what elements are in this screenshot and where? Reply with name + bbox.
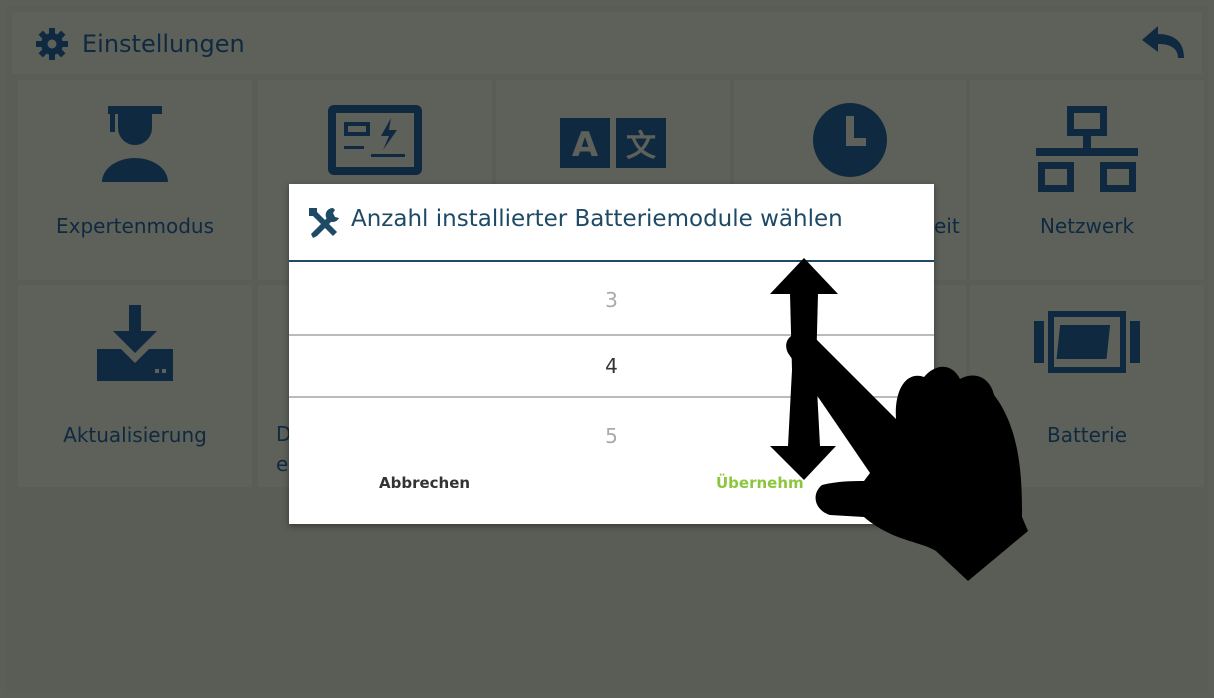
language-icon: A 文 bbox=[560, 118, 666, 168]
tile-label-fragment: e bbox=[276, 452, 289, 476]
gear-icon bbox=[36, 28, 68, 60]
download-icon bbox=[97, 305, 173, 381]
tile-aktualisierung[interactable]: Aktualisierung bbox=[18, 285, 252, 487]
tile-expertenmodus[interactable]: Expertenmodus bbox=[18, 80, 252, 280]
hand-gesture-icon bbox=[786, 332, 1028, 581]
svg-text:A: A bbox=[572, 125, 599, 165]
cancel-button[interactable]: Abbrechen bbox=[379, 474, 470, 492]
clock-icon bbox=[813, 103, 887, 177]
svg-text:文: 文 bbox=[626, 129, 656, 164]
back-arrow-icon[interactable] bbox=[1140, 24, 1186, 64]
tile-label-fragment: eit bbox=[934, 214, 960, 238]
tools-icon bbox=[309, 207, 339, 238]
tile-label: Aktualisierung bbox=[63, 423, 207, 447]
tile-netzwerk[interactable]: Netzwerk bbox=[970, 80, 1204, 280]
battery-meter-icon bbox=[328, 105, 422, 175]
battery-icon bbox=[1034, 311, 1140, 373]
dialog-title: Anzahl installierter Batteriemodule wähl… bbox=[351, 206, 843, 232]
graduate-icon bbox=[102, 106, 168, 182]
tile-label: Netzwerk bbox=[1039, 214, 1135, 238]
network-icon bbox=[1036, 106, 1138, 192]
header-bar: Einstellungen bbox=[12, 12, 1202, 74]
tile-label: Expertenmodus bbox=[55, 214, 215, 238]
page-title: Einstellungen bbox=[82, 30, 245, 58]
